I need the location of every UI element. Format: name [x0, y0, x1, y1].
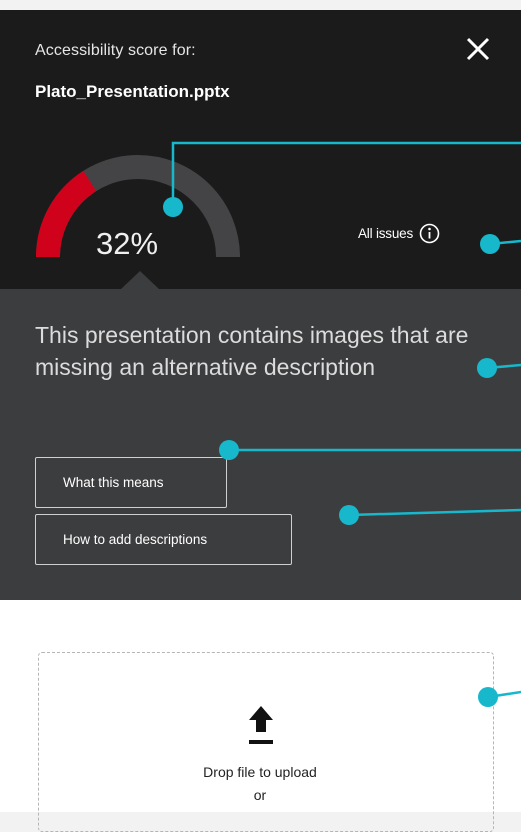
file-name: Plato_Presentation.pptx [35, 82, 230, 101]
what-this-means-button[interactable]: What this means [35, 457, 227, 508]
gauge-fill [36, 170, 97, 258]
close-icon[interactable] [463, 34, 493, 64]
issue-message: This presentation contains images that a… [35, 322, 469, 380]
score-value: 32% [96, 226, 159, 261]
message-pointer [120, 271, 160, 290]
info-icon[interactable] [419, 223, 440, 244]
score-header-label: Accessibility score for: [35, 42, 196, 59]
or-text: or [253, 787, 267, 803]
all-issues-label: All issues [358, 226, 414, 241]
upload-icon[interactable] [246, 704, 276, 746]
all-issues-link[interactable]: All issues [358, 223, 440, 244]
drop-file-text: Drop file to upload [203, 764, 317, 780]
how-to-add-descriptions-button[interactable]: How to add descriptions [35, 514, 292, 565]
